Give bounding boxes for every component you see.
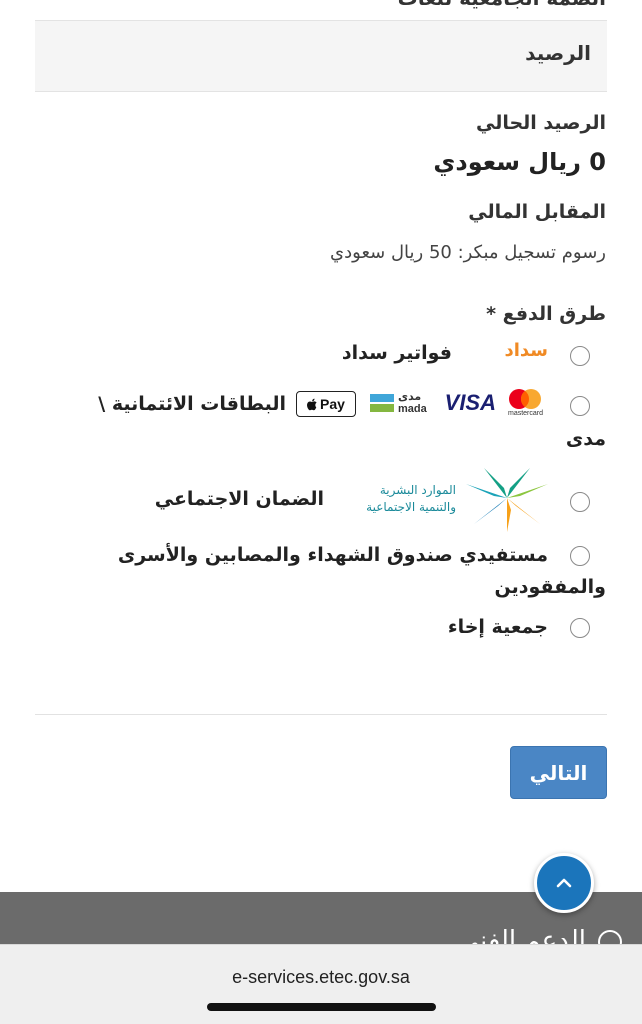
mada-arabic-text: مدى [398, 390, 422, 403]
payment-option-social-security[interactable]: الضمان الاجتماعي الموارد البشرية والتنمي… [36, 462, 606, 534]
option-label-martyrs-fund-line2: والمفقودين [494, 576, 606, 598]
hr-ministry-line1: الموارد البشرية [379, 483, 456, 497]
apple-logo-icon [307, 398, 317, 410]
fee-section: المقابل المالي [36, 201, 606, 223]
next-button[interactable]: التالي [510, 746, 607, 799]
hr-ministry-text: الموارد البشرية والتنمية الاجتماعية [366, 482, 456, 516]
mada-logo: مدى mada [370, 390, 434, 418]
ministry-star-icon [466, 468, 548, 532]
option-label-social-security: الضمان الاجتماعي [154, 488, 324, 510]
radio-ekhaa[interactable] [570, 618, 590, 638]
option-label-cards-line2: مدى [565, 428, 606, 450]
url-text[interactable]: e-services.etec.gov.sa [0, 967, 642, 988]
section-divider [35, 714, 607, 715]
payment-option-cards[interactable]: البطاقات الائتمانية \ مدى Pay مدى mada V… [36, 388, 606, 452]
option-label-martyrs-fund: مستفيدي صندوق الشهداء والمصابين والأسرى [117, 544, 548, 566]
sadad-logo: سداد [504, 340, 548, 361]
current-balance-value-wrap: 0 ريال سعودي [36, 148, 606, 176]
fee-text: رسوم تسجيل مبكر: 50 ريال سعودي [330, 242, 606, 263]
browser-url-bar: e-services.etec.gov.sa [0, 944, 642, 1024]
hr-ministry-logo-icon [464, 462, 550, 534]
mada-bar-green [370, 404, 394, 412]
option-label-ekhaa: جمعية إخاء [447, 616, 548, 638]
option-label-sadad: فواتير سداد [341, 342, 452, 364]
apple-pay-icon: Pay [296, 391, 356, 417]
scroll-to-top-button[interactable] [534, 853, 594, 913]
fee-label: المقابل المالي [468, 201, 606, 223]
radio-martyrs-fund[interactable] [570, 546, 590, 566]
home-indicator [207, 1003, 436, 1011]
payment-option-ekhaa[interactable]: جمعية إخاء [36, 614, 606, 644]
option-label-cards: البطاقات الائتمانية \ [98, 393, 286, 415]
payment-methods-section: طرق الدفع * [36, 303, 606, 325]
radio-sadad[interactable] [570, 346, 590, 366]
current-balance-label: الرصيد الحالي [475, 112, 606, 134]
mastercard-text: mastercard [508, 410, 544, 417]
visa-logo: VISA [444, 390, 496, 415]
radio-cards[interactable] [570, 396, 590, 416]
payment-option-sadad[interactable]: فواتير سداد سداد [36, 340, 606, 370]
hr-ministry-line2: والتنمية الاجتماعية [366, 500, 456, 514]
balance-panel-header: الرصيد [35, 20, 607, 92]
current-balance-value: 0 ريال سعودي [433, 148, 606, 176]
mada-english-text: mada [398, 403, 427, 415]
payment-methods-label: طرق الدفع * [486, 303, 606, 325]
payment-option-martyrs-fund[interactable]: مستفيدي صندوق الشهداء والمصابين والأسرى … [36, 542, 606, 604]
panel-title: الرصيد [525, 41, 591, 65]
current-balance-section: الرصيد الحالي [36, 112, 606, 134]
apple-pay-text: Pay [320, 396, 345, 412]
fee-text-wrap: رسوم تسجيل مبكر: 50 ريال سعودي [36, 242, 606, 263]
mastercard-logo: mastercard [506, 388, 544, 418]
chevron-up-icon [556, 878, 572, 888]
partial-heading: الضمة الجامعية للغات [398, 0, 606, 10]
radio-social-security[interactable] [570, 492, 590, 512]
mada-bar-blue [370, 394, 394, 402]
mastercard-circles-icon [509, 389, 541, 409]
